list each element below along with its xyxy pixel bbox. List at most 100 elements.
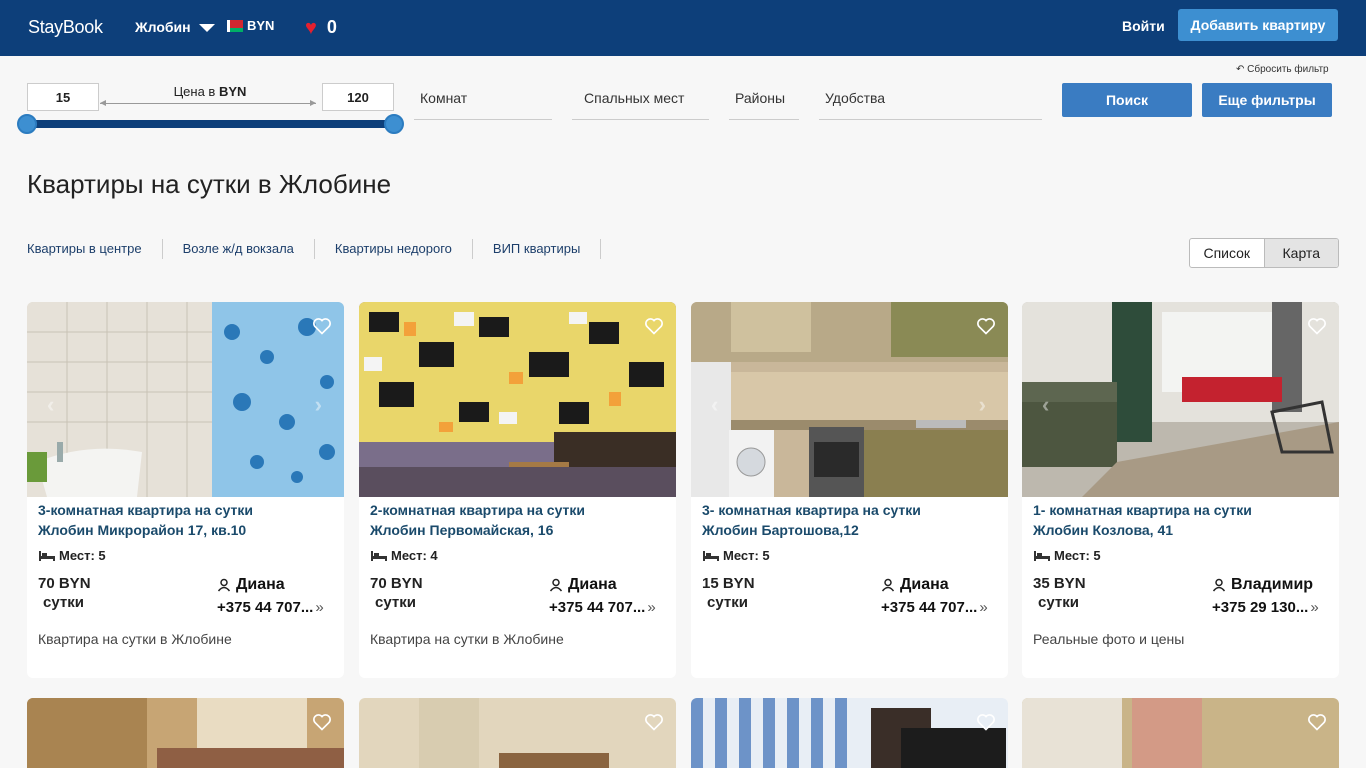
bed-icon	[703, 550, 719, 561]
listing-card[interactable]: ‹ › 3- комнатная квартира на сутки Жлоби…	[691, 302, 1008, 678]
places-label: Мест: 5	[59, 548, 106, 563]
price-range-arrow	[100, 100, 316, 106]
search-button[interactable]: Поиск	[1062, 83, 1192, 117]
belarus-flag-icon	[227, 19, 243, 32]
favorite-heart-icon[interactable]	[976, 316, 996, 336]
listing-card[interactable]: ‹ › 3-комнатная квартира на сутки Жлобин…	[27, 302, 344, 678]
places-label: Мест: 4	[391, 548, 438, 563]
rooms-select[interactable]: Комнат	[414, 90, 552, 120]
districts-select[interactable]: Районы	[729, 90, 799, 120]
listing-card[interactable]: ‹ 1- комнатная квартира на сутки Жлобин …	[1022, 302, 1339, 678]
add-apartment-button[interactable]: Добавить квартиру	[1178, 9, 1338, 41]
heart-icon: ♥	[305, 16, 317, 39]
quick-link-vip[interactable]: ВИП квартиры	[493, 239, 602, 259]
listing-photo[interactable]: ‹ ›	[27, 302, 344, 497]
amenities-select[interactable]: Удобства	[819, 90, 1042, 120]
view-map-button[interactable]: Карта	[1263, 239, 1338, 267]
view-list-button[interactable]: Список	[1190, 239, 1264, 267]
city-label: Жлобин	[135, 19, 191, 35]
prev-photo-icon[interactable]: ‹	[711, 392, 718, 418]
listing-phone[interactable]: +375 44 707... »	[217, 599, 324, 616]
price-min-input[interactable]: 15	[27, 83, 99, 111]
logo[interactable]: StayBook	[28, 17, 103, 38]
favorite-heart-icon[interactable]	[976, 712, 996, 732]
price-slider-track[interactable]	[27, 120, 394, 128]
listing-photo[interactable]	[359, 302, 676, 497]
bed-icon	[371, 550, 387, 561]
listing-phone[interactable]: +375 44 707... »	[881, 599, 988, 616]
listing-photo	[359, 698, 676, 768]
header: StayBook Жлобин BYN ♥ 0 Войти Добавить к…	[0, 0, 1366, 56]
listing-places: Мест: 4	[370, 548, 438, 563]
favorite-heart-icon[interactable]	[644, 712, 664, 732]
listing-card[interactable]	[691, 698, 1008, 768]
owner-name: Владимир	[1231, 576, 1314, 593]
quick-link-cheap[interactable]: Квартиры недорого	[335, 239, 473, 259]
listing-card[interactable]: 2-комнатная квартира на сутки Жлобин Пер…	[359, 302, 676, 678]
listing-title[interactable]: 3-комнатная квартира на сутки	[38, 502, 253, 518]
price-period: сутки	[1038, 594, 1079, 611]
listing-address[interactable]: Жлобин Первомайская, 16	[370, 522, 553, 538]
prev-photo-icon[interactable]: ‹	[1042, 392, 1049, 418]
listing-address[interactable]: Жлобин Бартошова,12	[702, 522, 859, 538]
favorites-count: 0	[326, 17, 337, 37]
favorite-heart-icon[interactable]	[312, 316, 332, 336]
favorites-link[interactable]: ♥ 0	[305, 17, 337, 38]
listing-card[interactable]	[1022, 698, 1339, 768]
listing-title[interactable]: 3- комнатная квартира на сутки	[702, 502, 921, 518]
listing-phone[interactable]: +375 44 707... »	[549, 599, 656, 616]
price-period: сутки	[707, 594, 748, 611]
room-photo	[359, 302, 676, 497]
price-max-input[interactable]: 120	[322, 83, 394, 111]
owner-name: Диана	[900, 576, 949, 593]
price-slider-min-handle[interactable]	[17, 114, 37, 134]
view-toggle: Список Карта	[1189, 238, 1339, 268]
city-selector[interactable]: Жлобин	[135, 19, 215, 35]
bathroom-photo	[27, 302, 344, 497]
user-icon	[881, 578, 895, 592]
quick-link-station[interactable]: Возле ж/д вокзала	[183, 239, 315, 259]
quick-link-center[interactable]: Квартиры в центре	[27, 239, 163, 259]
price-value: 70 BYN	[370, 575, 423, 592]
listing-address[interactable]: Жлобин Козлова, 41	[1033, 522, 1173, 538]
listing-price: 15 BYN сутки	[702, 574, 755, 612]
listing-title[interactable]: 1- комнатная квартира на сутки	[1033, 502, 1252, 518]
listing-price: 35 BYN сутки	[1033, 574, 1086, 612]
bed-icon	[1034, 550, 1050, 561]
favorite-heart-icon[interactable]	[312, 712, 332, 732]
listing-photo[interactable]: ‹	[1022, 302, 1339, 497]
favorite-heart-icon[interactable]	[644, 316, 664, 336]
phone-number: +375 44 707...	[217, 599, 314, 616]
quick-links: Квартиры в центре Возле ж/д вокзала Квар…	[27, 239, 621, 259]
price-label: Цена в BYN	[100, 84, 320, 99]
more-filters-button[interactable]: Еще фильтры	[1202, 83, 1332, 117]
listing-card[interactable]	[359, 698, 676, 768]
price-period: сутки	[375, 594, 416, 611]
listing-title[interactable]: 2-комнатная квартира на сутки	[370, 502, 585, 518]
prev-photo-icon[interactable]: ‹	[47, 392, 54, 418]
reset-filter-link[interactable]: ↶ Сбросить фильтр	[1236, 64, 1329, 75]
price-value: 15 BYN	[702, 575, 755, 592]
price-slider-max-handle[interactable]	[384, 114, 404, 134]
places-label: Мест: 5	[723, 548, 770, 563]
favorite-heart-icon[interactable]	[1307, 712, 1327, 732]
listing-photo[interactable]: ‹ ›	[691, 302, 1008, 497]
favorite-heart-icon[interactable]	[1307, 316, 1327, 336]
listing-phone[interactable]: +375 29 130... »	[1212, 599, 1319, 616]
listing-card[interactable]	[27, 698, 344, 768]
page-title: Квартиры на сутки в Жлобине	[27, 169, 392, 199]
bed-icon	[39, 550, 55, 561]
phone-number: +375 29 130...	[1212, 599, 1309, 616]
beds-select[interactable]: Спальных мест	[572, 90, 709, 120]
listing-owner: Владимир	[1212, 576, 1313, 594]
listing-photo	[1022, 698, 1339, 768]
double-chevron-right-icon: »	[979, 599, 988, 616]
listing-address[interactable]: Жлобин Микрорайон 17, кв.10	[38, 522, 246, 538]
next-photo-icon[interactable]: ›	[979, 392, 986, 418]
user-icon	[549, 578, 563, 592]
price-value: 35 BYN	[1033, 575, 1086, 592]
next-photo-icon[interactable]: ›	[315, 392, 322, 418]
price-label-text: Цена в	[173, 84, 216, 99]
login-link[interactable]: Войти	[1122, 18, 1165, 34]
currency-selector[interactable]: BYN	[227, 18, 274, 33]
